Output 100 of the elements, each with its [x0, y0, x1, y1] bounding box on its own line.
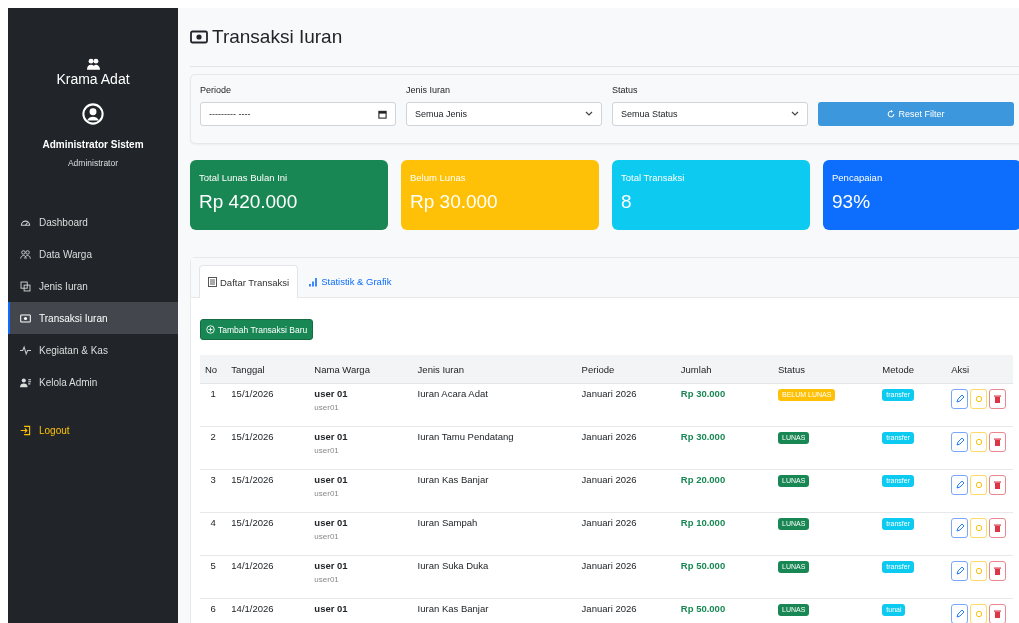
edit-button[interactable] — [951, 561, 969, 581]
cash-icon — [190, 30, 208, 44]
tab[interactable]: Statistik & Grafik — [300, 265, 401, 297]
amount: Rp 30.000 — [680, 388, 726, 399]
table-cell: Iuran Tamu Pendatang — [417, 431, 514, 442]
status-toggle-button[interactable] — [970, 389, 988, 409]
sidebar-item[interactable]: Kelola Admin — [8, 366, 178, 398]
user-name: Administrator Sistem — [42, 139, 144, 150]
bar-chart-icon — [309, 276, 319, 287]
delete-button[interactable] — [989, 432, 1007, 452]
amount: Rp 20.000 — [680, 474, 726, 485]
table-cell: Iuran Sampah — [417, 517, 478, 528]
table-cell: 15/1/2026 — [231, 474, 274, 485]
edit-button[interactable] — [951, 475, 969, 495]
table-cell: Iuran Acara Adat — [417, 388, 488, 399]
pencil-icon — [955, 567, 964, 575]
column-header: No — [200, 355, 227, 384]
edit-button[interactable] — [951, 518, 969, 538]
member-name: user 01 — [314, 432, 349, 443]
member-username: user01 — [314, 490, 340, 500]
sidebar-item[interactable]: Data Warga — [8, 238, 178, 270]
field-label: Status — [612, 85, 639, 97]
trash-icon — [994, 567, 1002, 575]
status-toggle-button[interactable] — [970, 604, 988, 623]
chevron-down-icon — [585, 111, 593, 117]
pencil-icon — [955, 395, 964, 403]
column-header: Tanggal — [226, 355, 310, 384]
column-header: Aksi — [946, 355, 1013, 384]
table-cell: 4 — [210, 517, 216, 528]
delete-button[interactable] — [989, 561, 1007, 581]
delete-button[interactable] — [989, 518, 1007, 538]
table-cell: 3 — [210, 474, 216, 485]
status-toggle-button[interactable] — [970, 561, 988, 581]
pencil-icon — [955, 481, 964, 489]
sidebar-item[interactable]: Dashboard — [8, 206, 178, 238]
table-cell: Januari 2026 — [581, 474, 637, 485]
column-header: Periode — [576, 355, 676, 384]
stat-value: 8 — [621, 191, 633, 213]
member-name: user 01 — [314, 389, 349, 400]
cash-icon — [20, 312, 31, 324]
table-cell: 14/1/2026 — [231, 603, 274, 614]
stat-value: 93% — [832, 191, 872, 213]
member-name: user 01 — [314, 475, 349, 486]
user-role: Administrator — [67, 158, 119, 168]
member-username: user01 — [314, 576, 340, 586]
trash-icon — [994, 438, 1002, 446]
table-cell: 15/1/2026 — [231, 388, 274, 399]
table-cell: 2 — [210, 431, 216, 442]
edit-button[interactable] — [951, 432, 969, 452]
status-toggle-button[interactable] — [970, 475, 988, 495]
table-cell: 15/1/2026 — [231, 517, 274, 528]
sidebar-item[interactable]: Transaksi Iuran — [8, 302, 178, 334]
delete-button[interactable] — [989, 475, 1007, 495]
person-card-icon — [20, 376, 31, 388]
member-username: user01 — [314, 447, 340, 457]
select-field[interactable]: Semua Jenis — [406, 102, 602, 126]
field-label: Periode — [200, 85, 233, 97]
table-cell: 6 — [210, 603, 216, 614]
edit-button[interactable] — [951, 604, 969, 623]
page-title: Transaksi Iuran — [212, 26, 343, 48]
logout-link[interactable]: Logout — [8, 414, 178, 446]
column-header: Metode — [877, 355, 947, 384]
select-field[interactable]: Semua Status — [612, 102, 808, 126]
member-name: user 01 — [314, 518, 349, 529]
pencil-icon — [955, 438, 964, 446]
tags-icon — [20, 280, 31, 292]
table-cell: 5 — [210, 560, 216, 571]
tab[interactable]: Daftar Transaksi — [199, 265, 299, 298]
amount: Rp 50.000 — [680, 560, 726, 571]
date-field[interactable]: --------- ---- — [200, 102, 396, 126]
stat-value: Rp 30.000 — [410, 191, 499, 213]
table-cell: Januari 2026 — [581, 560, 637, 571]
people-icon — [20, 248, 31, 260]
logout-icon — [20, 424, 31, 436]
table-cell: Januari 2026 — [581, 603, 637, 614]
trash-icon — [994, 395, 1002, 403]
table-cell: Januari 2026 — [581, 431, 637, 442]
table-cell: 14/1/2026 — [231, 560, 274, 571]
sidebar-item[interactable]: Jenis Iuran — [8, 270, 178, 302]
sidebar-item[interactable]: Kegiatan & Kas — [8, 334, 178, 366]
stat-label: Pencapaian — [832, 172, 884, 183]
add-button[interactable]: Tambah Transaksi Baru — [200, 319, 314, 340]
chevron-down-icon — [791, 111, 799, 117]
edit-button[interactable] — [951, 389, 969, 409]
delete-button[interactable] — [989, 389, 1007, 409]
status-toggle-button[interactable] — [970, 432, 988, 452]
delete-button[interactable] — [989, 604, 1007, 623]
pencil-icon — [955, 610, 964, 618]
amount: Rp 30.000 — [680, 431, 726, 442]
table-cell: 15/1/2026 — [231, 431, 274, 442]
amount: Rp 50.000 — [680, 603, 726, 614]
column-header: Nama Warga — [309, 355, 413, 384]
column-header: Jenis Iuran — [412, 355, 577, 384]
table-cell: Iuran Kas Banjar — [417, 603, 489, 614]
trash-icon — [994, 610, 1002, 618]
status-toggle-button[interactable] — [970, 518, 988, 538]
column-header: Status — [773, 355, 878, 384]
stat-value: Rp 420.000 — [199, 191, 299, 213]
table-cell: Januari 2026 — [581, 388, 637, 399]
table-cell: Iuran Suka Duka — [417, 560, 489, 571]
